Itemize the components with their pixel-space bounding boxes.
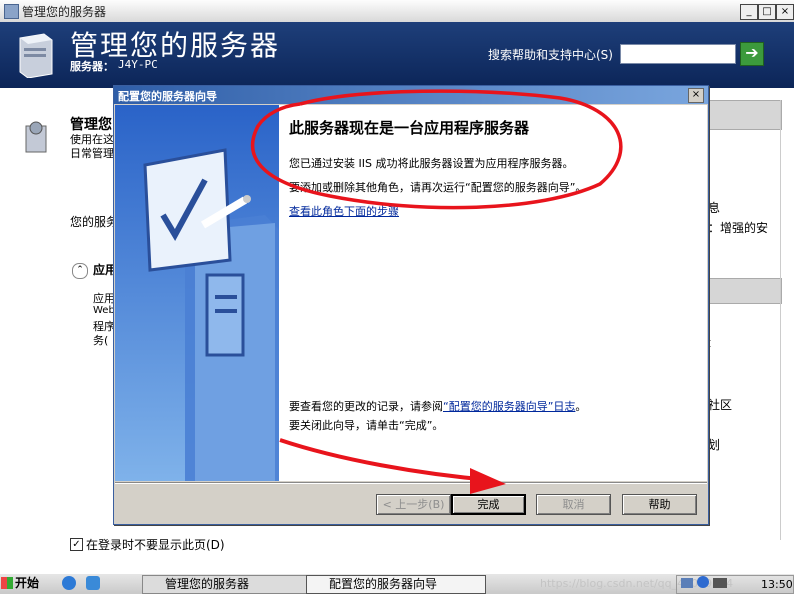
wizard-message: 要添加或删除其他角色，请再次运行“配置您的服务器向导”。 xyxy=(289,181,587,194)
section-line: 日常管理 xyxy=(70,147,114,160)
help-button[interactable]: 帮助 xyxy=(622,494,697,515)
wizard-log-line: 要查看您的更改的记录，请参阅“配置您的服务器向导”日志。 xyxy=(289,398,586,414)
dialog-titlebar: 配置您的服务器向导 × xyxy=(114,86,708,104)
dont-show-label: 在登录时不要显示此页(D) xyxy=(86,538,225,552)
wizard-content: 此服务器现在是一台应用程序服务器 您已通过安装 IIS 成功将此服务器设置为应用… xyxy=(279,105,707,481)
manage-server-icon xyxy=(25,121,47,153)
search-go-button[interactable]: ➔ xyxy=(740,42,764,66)
ie-icon[interactable] xyxy=(62,576,76,590)
dialog-title: 配置您的服务器向导 xyxy=(118,90,217,103)
help-tray-icon[interactable] xyxy=(697,576,709,588)
wizard-dialog: 配置您的服务器向导 × 此服务器现在是一台应用程序服务器 您已通过安装 IIS … xyxy=(113,85,709,525)
wizard-heading: 此服务器现在是一台应用程序服务器 xyxy=(289,119,530,137)
finish-button[interactable]: 完成 xyxy=(451,494,526,515)
search-label: 搜索帮助和支持中心(S) xyxy=(488,48,613,62)
view-role-steps-link[interactable]: 查看此角色下面的步骤 xyxy=(289,203,399,219)
side-panel-header xyxy=(708,100,782,130)
taskbar-item-active[interactable]: 配置您的服务器向导 xyxy=(306,575,486,594)
role-line: 应用 xyxy=(93,292,115,305)
quicklaunch-icon[interactable] xyxy=(86,576,100,590)
side-text: 划 xyxy=(708,438,721,452)
side-text: ：增强的安 xyxy=(708,221,769,235)
page-header: 管理您的服务器 服务器： J4Y-PC 搜索帮助和支持中心(S) ➔ xyxy=(0,22,794,88)
wizard-message: 您已通过安装 IIS 成功将此服务器设置为应用程序服务器。 xyxy=(289,157,574,170)
wizard-side-graphic xyxy=(115,105,279,481)
system-tray: 13:50 xyxy=(676,575,794,594)
section-paragraph: 您的服务 xyxy=(70,215,119,229)
minimize-button[interactable]: _ xyxy=(740,4,758,20)
clock: 13:50 xyxy=(761,578,793,591)
taskbar: 开始 管理您的服务器 配置您的服务器向导 https://blog.csdn.n… xyxy=(0,573,794,594)
maximize-button[interactable]: □ xyxy=(758,4,776,20)
vm-icon[interactable] xyxy=(713,578,727,588)
divider xyxy=(780,100,781,540)
side-text: 息 xyxy=(708,201,721,215)
search-input[interactable] xyxy=(620,44,736,64)
app-icon xyxy=(4,4,19,19)
role-line: Web xyxy=(93,305,115,316)
collapse-icon[interactable]: ⌃ xyxy=(72,263,88,279)
network-icon[interactable] xyxy=(681,578,693,588)
taskbar-item[interactable]: 管理您的服务器 xyxy=(142,575,312,594)
close-button[interactable]: × xyxy=(776,4,794,20)
side-text: 社区 xyxy=(708,398,733,412)
arrow-right-icon: ➔ xyxy=(745,43,759,62)
cancel-button[interactable]: 取消 xyxy=(536,494,611,515)
start-label: 开始 xyxy=(15,576,40,590)
windows-logo-icon xyxy=(1,577,13,589)
server-label: 服务器： xyxy=(70,60,114,73)
main-window-titlebar: 管理您的服务器 _ □ × xyxy=(0,0,794,23)
dont-show-checkbox[interactable]: ✓ xyxy=(70,538,83,551)
log-suffix: 。 xyxy=(575,400,587,413)
role-line: 务( xyxy=(93,334,109,347)
back-button[interactable]: < 上一步(B) xyxy=(376,494,451,515)
server-name: J4Y-PC xyxy=(118,58,158,71)
server-icon xyxy=(19,33,53,78)
server-checklist-illustration xyxy=(143,148,279,481)
wizard-close-hint: 要关闭此向导，请单击“完成”。 xyxy=(289,419,444,432)
dialog-separator xyxy=(115,482,707,484)
side-panel-header xyxy=(708,278,782,304)
start-button[interactable]: 开始 xyxy=(1,575,47,592)
wizard-log-link[interactable]: “配置您的服务器向导”日志 xyxy=(443,400,575,413)
log-prefix: 要查看您的更改的记录，请参阅 xyxy=(289,400,443,413)
dialog-close-button[interactable]: × xyxy=(688,88,704,103)
window-title: 管理您的服务器 xyxy=(22,5,107,19)
